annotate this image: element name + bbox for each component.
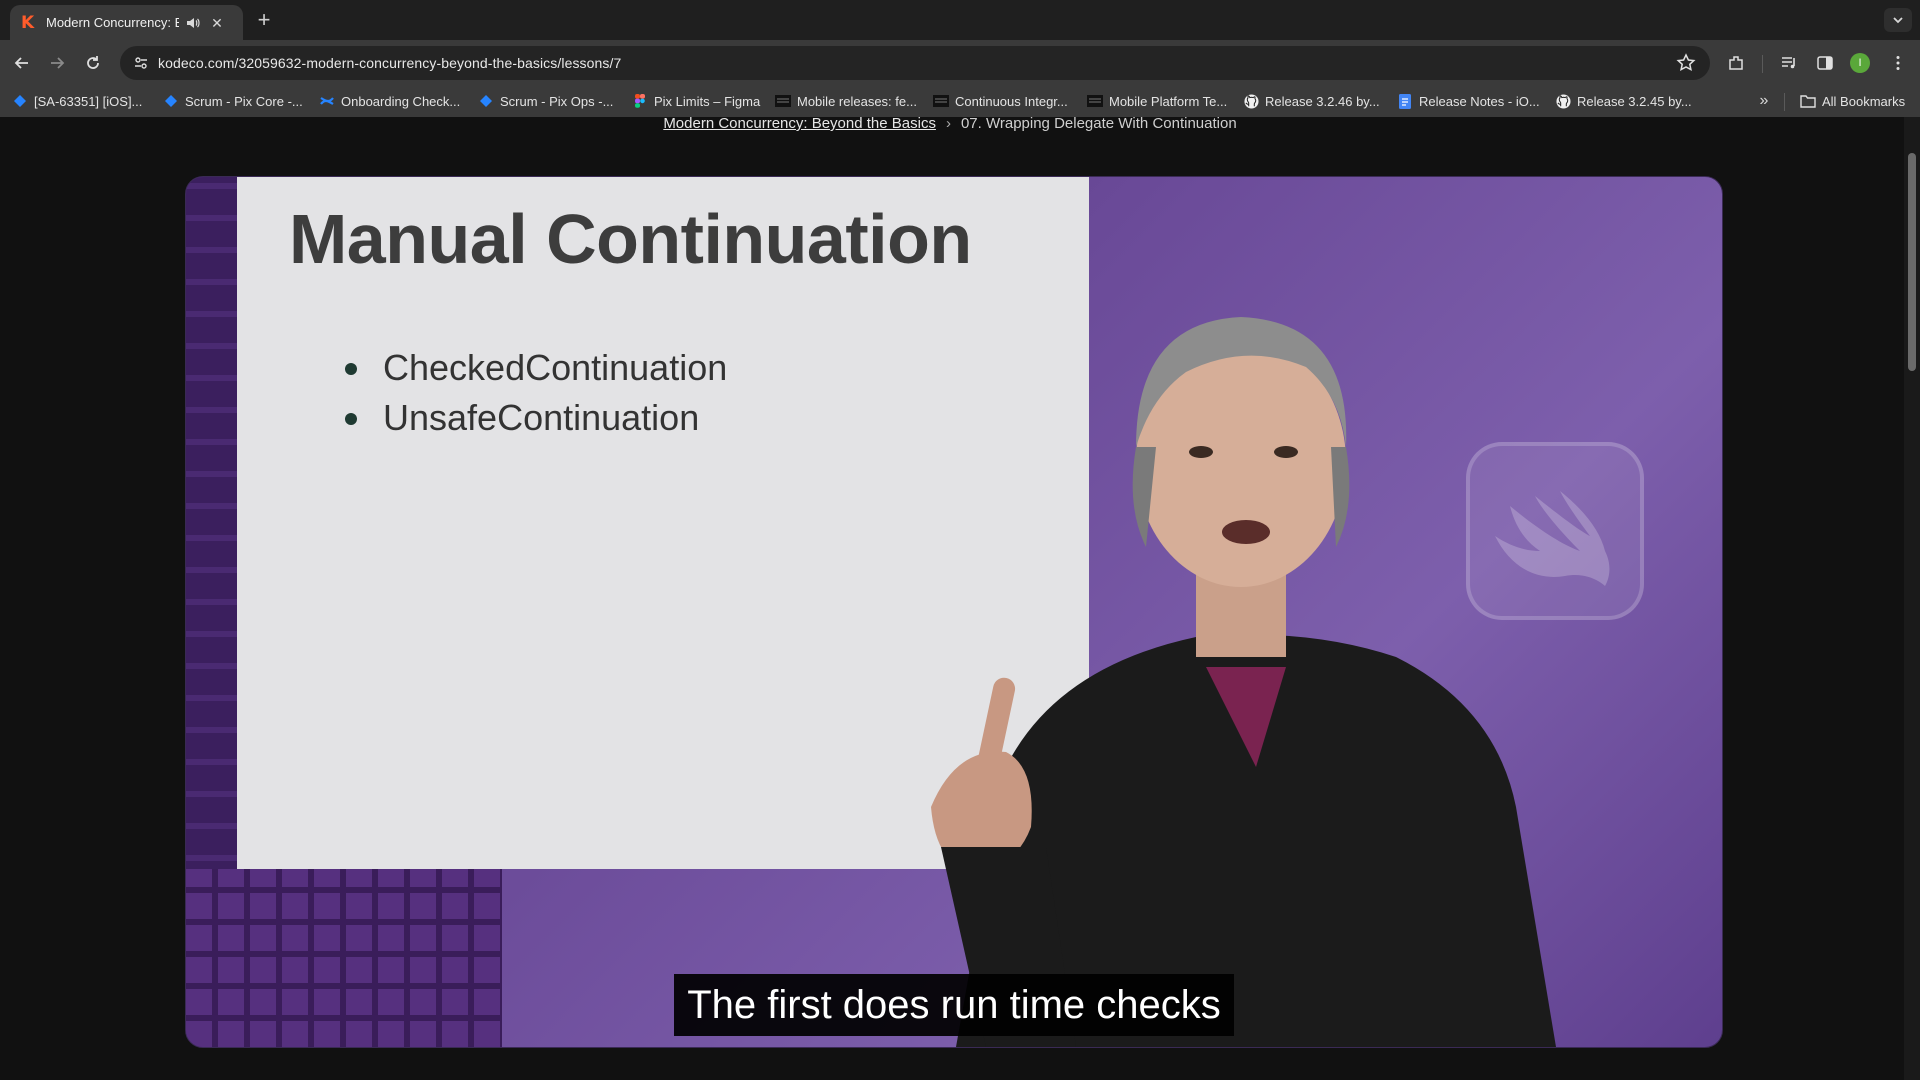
bookmarks-divider: [1784, 93, 1785, 111]
bookmark-item[interactable]: Scrum - Pix Core -...: [163, 85, 303, 117]
figma-icon: [632, 93, 648, 109]
bookmark-item[interactable]: Release 3.2.45 by...: [1555, 85, 1692, 117]
bookmark-star-icon[interactable]: [1676, 53, 1696, 73]
reload-button[interactable]: [80, 50, 106, 76]
page-content: Modern Concurrency: Beyond the Basics › 07…: [0, 117, 1920, 1080]
jira-icon: [478, 93, 494, 109]
bookmark-item[interactable]: Onboarding Check...: [319, 85, 460, 117]
presenter-video-figure: [931, 317, 1556, 1047]
forward-arrow-icon: [51, 57, 65, 69]
tab-search-button[interactable]: [1884, 8, 1912, 32]
speaker-icon[interactable]: [185, 15, 201, 31]
media-controls-icon[interactable]: [1778, 52, 1800, 74]
bookmark-item[interactable]: Mobile releases: fe...: [775, 85, 917, 117]
profile-avatar[interactable]: I: [1850, 53, 1870, 73]
bookmark-item[interactable]: Release Notes - iO...: [1397, 85, 1540, 117]
kodeco-k-icon: K: [21, 12, 35, 33]
bookmark-item[interactable]: [SA-63351] [iOS]...: [12, 85, 142, 117]
browser-toolbar: kodeco.com/32059632-modern-concurrency-b…: [0, 40, 1920, 85]
slide-bullet: CheckedContinuation: [345, 343, 727, 393]
slide-bullet: UnsafeContinuation: [345, 393, 727, 443]
side-panel-icon[interactable]: [1814, 52, 1836, 74]
breadcrumb-course-link[interactable]: Modern Concurrency: Beyond the Basics: [663, 117, 936, 132]
bookmark-item[interactable]: Pix Limits – Figma: [632, 85, 760, 117]
tab-strip: K Modern Concurrency: Beyond the Basics …: [0, 0, 1920, 40]
bookmarks-overflow-chevron-icon[interactable]: »: [1752, 89, 1776, 113]
address-bar[interactable]: kodeco.com/32059632-modern-concurrency-b…: [120, 46, 1710, 80]
back-button[interactable]: [9, 50, 35, 76]
video-caption: The first does run time checks: [674, 974, 1234, 1036]
close-tab-icon[interactable]: ✕: [209, 15, 225, 31]
site-info-icon[interactable]: [130, 53, 152, 73]
reload-icon: [87, 56, 99, 69]
bookmark-item[interactable]: Continuous Integr...: [933, 85, 1068, 117]
more-menu-icon[interactable]: [1887, 52, 1909, 74]
page-icon: [933, 93, 949, 109]
forward-button[interactable]: [44, 50, 70, 76]
url-text[interactable]: kodeco.com/32059632-modern-concurrency-b…: [158, 46, 621, 80]
breadcrumb: Modern Concurrency: Beyond the Basics › 07…: [0, 117, 1900, 133]
page-icon: [775, 93, 791, 109]
confluence-icon: [319, 93, 335, 109]
bookmark-item[interactable]: Scrum - Pix Ops -...: [478, 85, 613, 117]
new-tab-button[interactable]: +: [252, 8, 276, 32]
video-player[interactable]: Manual Continuation CheckedContinuation …: [185, 176, 1723, 1048]
docs-icon: [1397, 93, 1413, 109]
extensions-icon[interactable]: [1725, 52, 1747, 74]
bookmark-item[interactable]: Mobile Platform Te...: [1087, 85, 1227, 117]
page-scrollbar[interactable]: [1904, 117, 1920, 1080]
page-icon: [1087, 93, 1103, 109]
video-background-grid: [186, 869, 502, 1047]
back-arrow-icon: [14, 57, 28, 69]
scrollbar-thumb[interactable]: [1908, 153, 1916, 371]
toolbar-divider: [1762, 55, 1763, 73]
jira-icon: [12, 93, 28, 109]
jira-icon: [163, 93, 179, 109]
browser-tab-active[interactable]: K Modern Concurrency: Beyond the Basics …: [10, 5, 243, 40]
chevron-right-icon: ›: [945, 117, 951, 132]
github-icon: [1243, 93, 1259, 109]
chevron-down-icon: [1893, 17, 1903, 24]
bookmarks-bar: [SA-63351] [iOS]... Scrum - Pix Core -..…: [0, 85, 1920, 117]
breadcrumb-current-lesson: 07. Wrapping Delegate With Continuation: [960, 117, 1237, 132]
bookmark-item[interactable]: Release 3.2.46 by...: [1243, 85, 1380, 117]
folder-icon: [1800, 93, 1816, 109]
slide-bullet-list: CheckedContinuation UnsafeContinuation: [345, 343, 727, 443]
tab-title: Modern Concurrency: Beyond the Basics: [46, 15, 179, 30]
github-icon: [1555, 93, 1571, 109]
all-bookmarks-button[interactable]: All Bookmarks: [1800, 85, 1905, 117]
